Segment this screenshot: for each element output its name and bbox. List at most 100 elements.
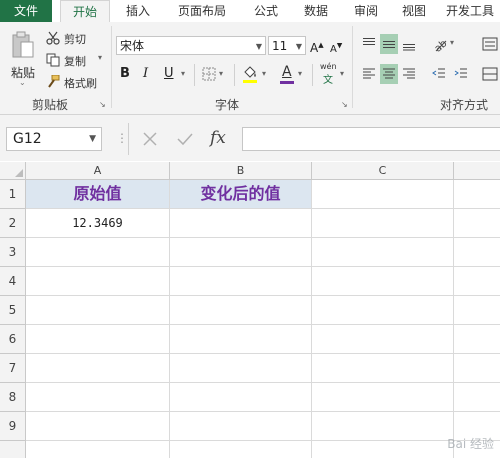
align-right-button[interactable]	[400, 64, 418, 84]
cell[interactable]	[454, 267, 500, 296]
orientation-button[interactable]: ab ▾	[430, 34, 460, 54]
increase-indent-button[interactable]	[452, 64, 470, 84]
cell[interactable]	[26, 296, 170, 325]
cell-a1[interactable]: 原始值	[26, 180, 170, 209]
name-box[interactable]: G12 ▼	[6, 127, 102, 151]
italic-button[interactable]: I	[143, 66, 157, 84]
font-name-select[interactable]: 宋体 ▼	[116, 36, 266, 55]
check-icon	[177, 133, 193, 146]
column-header-d[interactable]	[454, 162, 500, 180]
cell[interactable]	[26, 383, 170, 412]
cell-b1[interactable]: 变化后的值	[170, 180, 312, 209]
row-header-4[interactable]: 4	[0, 267, 26, 296]
cell[interactable]	[26, 238, 170, 267]
cell[interactable]	[312, 267, 454, 296]
tab-formulas[interactable]: 公式	[246, 0, 286, 22]
cell[interactable]	[170, 296, 312, 325]
tab-review[interactable]: 审阅	[346, 0, 386, 22]
row-header-5[interactable]: 5	[0, 296, 26, 325]
clipboard-launcher-icon[interactable]: ↘	[99, 100, 106, 109]
top-align-button[interactable]	[360, 34, 378, 54]
cell[interactable]	[170, 412, 312, 441]
decrease-indent-button[interactable]	[430, 64, 448, 84]
merge-center-button[interactable]	[480, 64, 500, 84]
cell[interactable]	[454, 354, 500, 383]
paint-bucket-icon	[243, 66, 257, 83]
cell[interactable]	[26, 267, 170, 296]
cell-b2[interactable]	[170, 209, 312, 238]
bottom-align-button[interactable]	[400, 34, 418, 54]
decrease-font-size-button[interactable]: A▼	[330, 36, 344, 55]
cell[interactable]	[312, 383, 454, 412]
cell[interactable]	[170, 238, 312, 267]
cell[interactable]	[454, 238, 500, 267]
row-header-7[interactable]: 7	[0, 354, 26, 383]
align-left-button[interactable]	[360, 64, 378, 84]
tab-data[interactable]: 数据	[296, 0, 336, 22]
cut-button[interactable]: 剪切	[46, 30, 100, 46]
cell-d2[interactable]	[454, 209, 500, 238]
row-header-3[interactable]: 3	[0, 238, 26, 267]
format-painter-button[interactable]: 格式刷	[46, 74, 110, 90]
font-group-label: 字体	[215, 98, 240, 112]
cell[interactable]	[170, 325, 312, 354]
cell[interactable]	[312, 354, 454, 383]
cell[interactable]	[26, 412, 170, 441]
confirm-entry-button[interactable]	[172, 127, 198, 151]
column-header-b[interactable]: B	[170, 162, 312, 180]
cell[interactable]	[454, 325, 500, 354]
chevron-down-icon[interactable]: ▾	[181, 69, 185, 78]
cell[interactable]	[26, 325, 170, 354]
cell[interactable]	[170, 441, 312, 458]
insert-function-button[interactable]: fx	[206, 127, 234, 151]
underline-button[interactable]: U	[164, 66, 178, 84]
cell[interactable]	[454, 383, 500, 412]
cell[interactable]	[312, 296, 454, 325]
cell[interactable]	[312, 325, 454, 354]
select-all-button[interactable]	[0, 162, 26, 180]
align-center-button[interactable]	[380, 64, 398, 84]
row-header-6[interactable]: 6	[0, 325, 26, 354]
formula-input[interactable]	[242, 127, 500, 151]
borders-button[interactable]: ▾	[202, 66, 228, 84]
row-header-2[interactable]: 2	[0, 209, 26, 238]
cell[interactable]	[26, 354, 170, 383]
cell-a2[interactable]: 12.3469	[26, 209, 170, 238]
cell[interactable]	[170, 383, 312, 412]
tab-page-layout[interactable]: 页面布局	[170, 0, 234, 22]
format-painter-label: 格式刷	[64, 77, 97, 90]
middle-align-button[interactable]	[380, 34, 398, 54]
bold-button[interactable]: B	[120, 66, 134, 84]
tab-home[interactable]: 开始	[60, 0, 110, 24]
cell-c1[interactable]	[312, 180, 454, 209]
tab-insert[interactable]: 插入	[118, 0, 158, 22]
cell-c2[interactable]	[312, 209, 454, 238]
cancel-entry-button[interactable]	[138, 127, 164, 151]
cell[interactable]	[170, 267, 312, 296]
tab-view[interactable]: 视图	[394, 0, 434, 22]
cell[interactable]	[312, 412, 454, 441]
row-header-9[interactable]: 9	[0, 412, 26, 441]
column-header-c[interactable]: C	[312, 162, 454, 180]
row-header-8[interactable]: 8	[0, 383, 26, 412]
fill-color-button[interactable]: ▾	[242, 64, 272, 86]
cell[interactable]	[170, 354, 312, 383]
cell[interactable]	[312, 441, 454, 458]
row-header-1[interactable]: 1	[0, 180, 26, 209]
cell[interactable]	[312, 238, 454, 267]
tab-file[interactable]: 文件	[0, 0, 52, 22]
row-header-10[interactable]	[0, 441, 26, 458]
cell[interactable]	[26, 441, 170, 458]
tab-developer[interactable]: 开发工具	[446, 0, 500, 22]
font-color-button[interactable]: A ▾	[280, 64, 310, 86]
paste-button[interactable]: 粘贴 ⌄	[6, 28, 40, 88]
cell-d1[interactable]	[454, 180, 500, 209]
cell[interactable]	[454, 296, 500, 325]
phonetic-guide-button[interactable]: wén 文 ▾	[318, 62, 346, 86]
increase-font-size-button[interactable]: A▲	[310, 36, 324, 55]
column-header-a[interactable]: A	[26, 162, 170, 180]
copy-button[interactable]: 复制 ▾	[46, 52, 110, 68]
font-size-select[interactable]: 11 ▼	[268, 36, 306, 55]
font-launcher-icon[interactable]: ↘	[341, 100, 348, 109]
wrap-text-button[interactable]	[480, 34, 500, 54]
